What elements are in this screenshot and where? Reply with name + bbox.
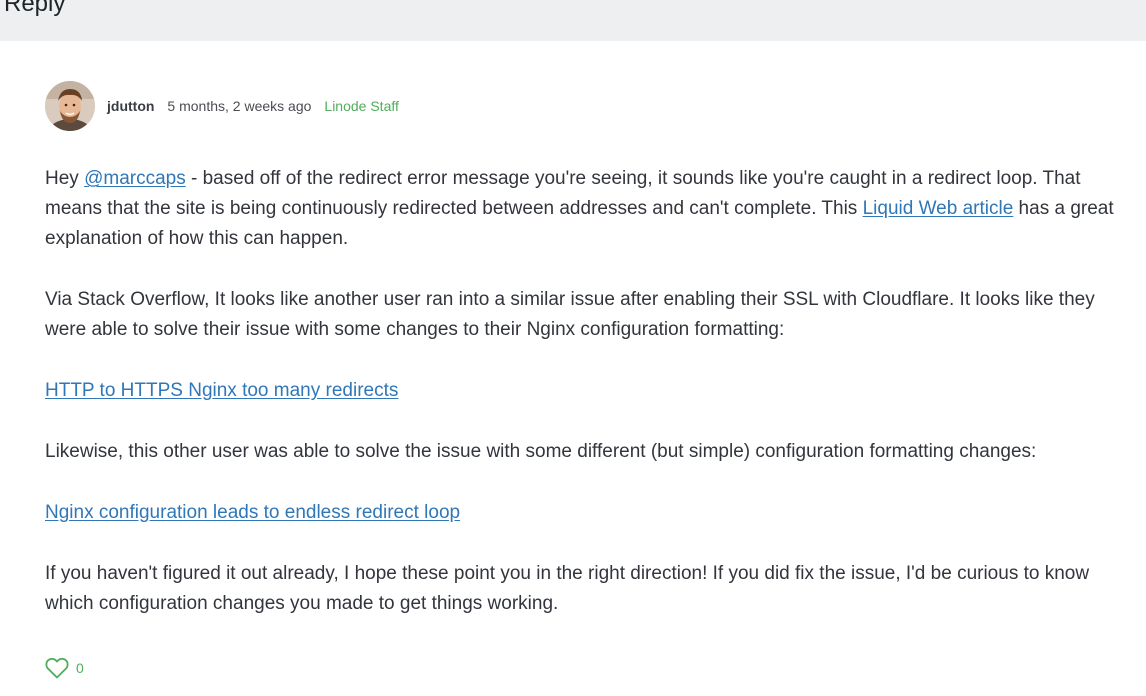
- comment-timestamp: 5 months, 2 weeks ago: [167, 98, 312, 114]
- like-row: 0: [45, 656, 84, 680]
- comment-body: Hey @marccaps - based off of the redirec…: [45, 164, 1125, 619]
- comment-paragraph-2: Via Stack Overflow, It looks like anothe…: [45, 289, 1095, 340]
- reply-header-bar: Reply: [0, 0, 1146, 41]
- comment-meta: jdutton 5 months, 2 weeks ago Linode Sta…: [45, 81, 1125, 131]
- user-avatar-photo-icon: [45, 81, 95, 131]
- comment-paragraph-1: Hey @marccaps - based off of the redirec…: [45, 168, 1114, 249]
- staff-badge: Linode Staff: [324, 98, 399, 114]
- heart-icon[interactable]: [45, 657, 69, 679]
- user-avatar[interactable]: [45, 81, 95, 131]
- reply-title: Reply: [4, 0, 66, 17]
- comment-author[interactable]: jdutton: [107, 98, 154, 114]
- comment-paragraph-3: HTTP to HTTPS Nginx too many redirects: [45, 376, 1125, 406]
- comment-paragraph-4: Likewise, this other user was able to so…: [45, 441, 1037, 462]
- like-count: 0: [76, 660, 84, 676]
- liquid-web-article-link[interactable]: Liquid Web article: [863, 198, 1014, 219]
- comment-paragraph-5: Nginx configuration leads to endless red…: [45, 498, 1125, 528]
- comment: jdutton 5 months, 2 weeks ago Linode Sta…: [45, 81, 1125, 619]
- comment-paragraph-6: If you haven't figured it out already, I…: [45, 563, 1090, 614]
- stackoverflow-link-2[interactable]: Nginx configuration leads to endless red…: [45, 502, 460, 523]
- stackoverflow-link-1[interactable]: HTTP to HTTPS Nginx too many redirects: [45, 380, 398, 401]
- mention-link[interactable]: @marccaps: [84, 168, 186, 189]
